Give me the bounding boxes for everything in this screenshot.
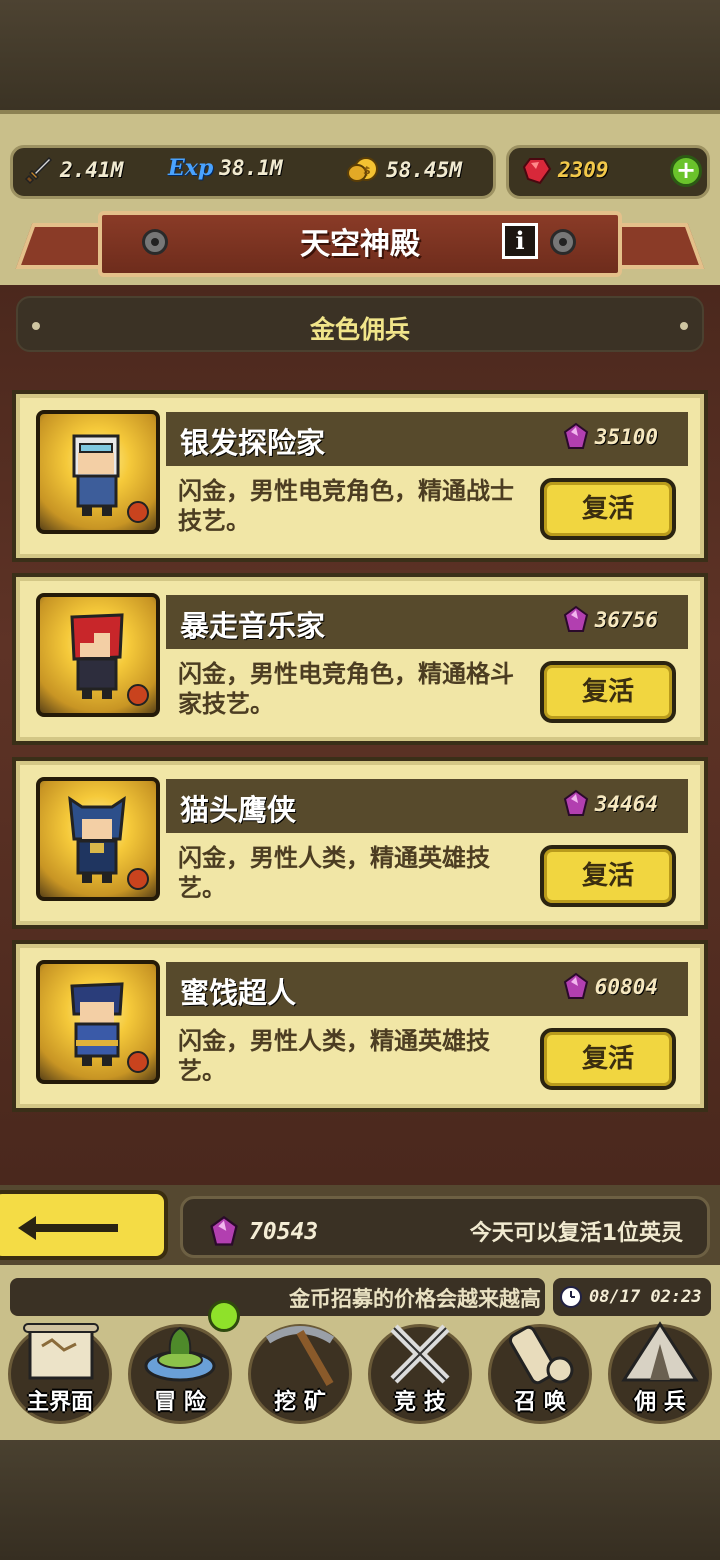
category-title: 金色佣兵 [309,315,410,344]
back-button[interactable] [0,1190,168,1260]
gold-stat: $ 58.45M [346,155,462,185]
svg-text:$: $ [363,164,371,177]
attack-value: 2.41M [60,158,124,182]
hero-name: 蜜饯超人 [180,976,297,1010]
crystal-icon [563,972,588,999]
revive-button[interactable]: 复活 [540,845,676,907]
hero-name: 银发探险家 [180,426,326,460]
hero-portrait[interactable] [36,593,160,717]
nav-label: 挖 矿 [274,1390,326,1415]
hero-price-value: 34464 [594,792,658,816]
red-gem-icon [522,158,552,185]
gems-stat: 2309 [522,155,609,185]
top-backdrop [0,0,720,110]
summon-scroll-icon [508,1325,574,1385]
revive-button[interactable]: 复活 [540,661,676,723]
news-ticker: 金币招募的价格会越来越高 [10,1278,545,1316]
hero-avatar-icon [72,434,149,523]
sword-icon [24,156,53,185]
hero-name-bar: 暴走音乐家 36756 [166,595,688,649]
hero-price: 35100 [563,422,658,452]
hero-name-bar: 猫头鹰侠 34464 [166,779,688,833]
crystal-icon [210,1215,238,1246]
tent-icon [621,1321,699,1382]
hero-portrait[interactable] [36,410,160,534]
gold-value: 58.45M [386,158,462,182]
exp-value: 38.1M [219,156,283,180]
nav-summon[interactable]: 召 唤 [480,1316,600,1426]
nav-home[interactable]: 主界面 [0,1316,120,1426]
exp-stat: Exp 38.1M [168,155,283,181]
hero-name: 暴走音乐家 [180,609,326,643]
crystal-icon [563,789,588,816]
revive-limit-note: 今天可以复活1位英灵 [469,1221,683,1246]
page-title: 天空神殿 [300,227,420,262]
nav-mining[interactable]: 挖 矿 [240,1316,360,1426]
bottom-backdrop [0,1440,720,1560]
crystal-icon [563,422,588,449]
hero-price-value: 35100 [594,425,658,449]
hero-description: 闪金，男性人类，精通英雄技艺。 [178,844,490,902]
crystal-count: 70543 [209,1215,318,1249]
info-button[interactable]: i [502,223,538,259]
hero-price-value: 60804 [594,975,658,999]
add-gems-button[interactable]: + [670,155,702,187]
title-banner: 天空神殿 i [15,205,705,285]
hero-name: 猫头鹰侠 [180,793,297,827]
nav-label: 召 唤 [514,1390,566,1415]
nav-label: 佣 兵 [634,1390,686,1415]
revive-button[interactable]: 复活 [540,478,676,540]
hero-card: 银发探险家 35100 闪金，男性电竞角色，精通战士技艺。 复活 [12,390,708,562]
resource-bar: 2.41M Exp 38.1M $ 58.45M 2309 + [10,145,710,199]
clock: 08/17 02:23 [553,1278,711,1316]
hero-card: 暴走音乐家 36756 闪金，男性电竞角色，精通格斗家技艺。 复活 [12,573,708,745]
hero-avatar-icon [68,795,149,890]
arrow-left-icon [18,1216,118,1240]
exp-icon: Exp [168,155,214,181]
hero-price-value: 36756 [594,608,658,632]
crossed-swords-icon [390,1324,450,1384]
hero-portrait[interactable] [36,960,160,1084]
scroll-map-icon [23,1323,99,1380]
island-icon [144,1326,216,1382]
hero-avatar-icon [70,982,149,1073]
clock-value: 08/17 02:23 [589,1287,702,1307]
hero-card: 猫头鹰侠 34464 闪金，男性人类，精通英雄技艺。 复活 [12,757,708,929]
attack-stat: 2.41M [24,155,123,185]
ticker-text: 金币招募的价格会越来越高 [289,1287,541,1311]
hero-name-bar: 银发探险家 35100 [166,412,688,466]
hero-avatar-icon [70,613,149,706]
category-bar: 金色佣兵 [16,296,704,352]
crystal-count-value: 70543 [249,1219,319,1245]
nav-mercenary[interactable]: 佣 兵 [600,1316,720,1426]
gold-coins-icon: $ [347,157,378,182]
bottom-nav: 主界面 冒 险 挖 矿 竞 技 召 唤 佣 兵 [0,1316,720,1426]
hero-description: 闪金，男性电竞角色，精通格斗家技艺。 [178,660,514,718]
hero-portrait[interactable] [36,777,160,901]
adventure-notification-badge [208,1300,240,1332]
crystal-icon [563,605,588,632]
pickaxe-icon [265,1326,335,1386]
hero-price: 34464 [563,789,658,819]
hero-description: 闪金，男性电竞角色，精通战士技艺。 [178,477,514,535]
hero-description: 闪金，男性人类，精通英雄技艺。 [178,1027,490,1085]
nav-arena[interactable]: 竞 技 [360,1316,480,1426]
nav-adventure[interactable]: 冒 险 [120,1316,240,1426]
nav-label: 主界面 [26,1390,93,1415]
hero-price: 36756 [563,605,658,635]
nav-label: 冒 险 [154,1390,206,1415]
hero-name-bar: 蜜饯超人 60804 [166,962,688,1016]
gems-value: 2309 [558,158,609,182]
clock-icon [560,1286,582,1308]
hero-card: 蜜饯超人 60804 闪金，男性人类，精通英雄技艺。 复活 [12,940,708,1112]
crystal-balance: 70543 今天可以复活1位英灵 [180,1196,710,1258]
hero-price: 60804 [563,972,658,1002]
revive-button[interactable]: 复活 [540,1028,676,1090]
nav-label: 竞 技 [394,1390,446,1415]
